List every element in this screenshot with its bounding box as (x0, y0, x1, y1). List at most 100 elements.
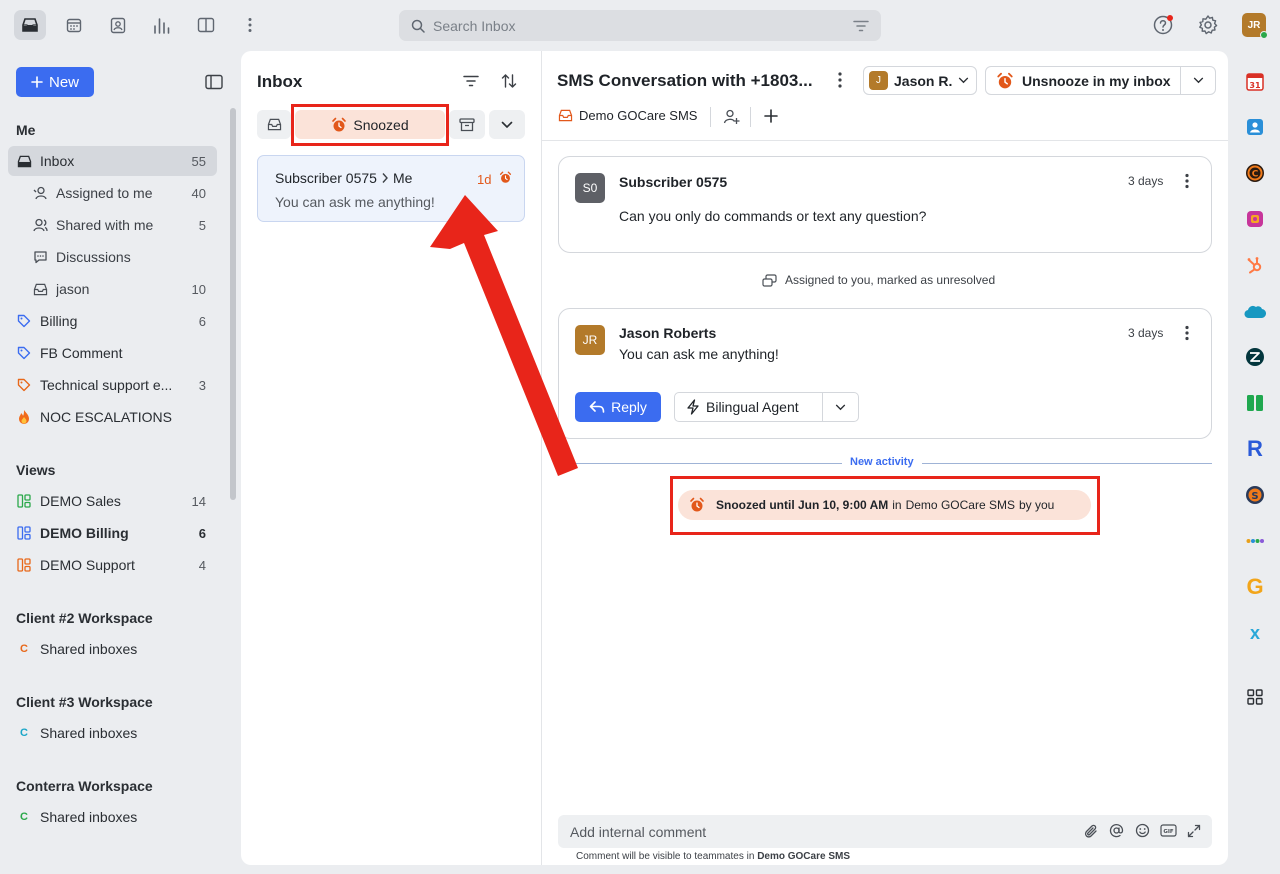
sidebar-item-count: 6 (198, 313, 206, 329)
calendar-icon[interactable] (58, 10, 90, 40)
svg-text:31: 31 (1249, 81, 1261, 90)
google-calendar-app-icon[interactable]: 31 (1240, 67, 1270, 97)
sidebar-item-fb-comment[interactable]: FB Comment (8, 338, 217, 368)
message-author: Jason Roberts (619, 325, 717, 341)
message-card[interactable]: S0 Subscriber 0575 3 days Can you only d… (558, 156, 1212, 253)
add-tag-icon[interactable] (764, 109, 778, 123)
more-icon[interactable] (234, 10, 266, 40)
message-card[interactable]: JR Jason Roberts 3 days You can ask me a… (558, 308, 1212, 439)
sidebar-item-billing[interactable]: Billing 6 (8, 306, 217, 336)
app-grid-icon[interactable] (1240, 682, 1270, 712)
sidebar-toggle-icon[interactable] (205, 74, 223, 90)
workspace-shared-inboxes[interactable]: C Shared inboxes (8, 634, 217, 664)
zendesk-app-icon[interactable] (1240, 342, 1270, 372)
workspace-shared-inboxes[interactable]: C Shared inboxes (8, 802, 217, 832)
orange-s-app-icon[interactable]: S (1240, 480, 1270, 510)
view-item-count: 6 (198, 525, 206, 541)
sidebar-item-jason[interactable]: jason 10 (8, 274, 217, 304)
sidebar-item-count: 55 (191, 153, 206, 169)
internal-comment-input[interactable]: Add internal comment (570, 824, 706, 840)
more-filters-dropdown[interactable] (489, 110, 525, 139)
inbox-tag[interactable]: Demo GOCare SMS (558, 108, 697, 123)
bilingual-agent-button[interactable]: Bilingual Agent (675, 393, 822, 421)
view-item-count: 4 (198, 557, 206, 573)
agent-button-label: Bilingual Agent (706, 399, 799, 415)
sidebar-item-label: Inbox (40, 153, 75, 169)
sidebar-item-count: 5 (198, 217, 206, 233)
svg-text:C: C (1252, 170, 1259, 180)
dots-app-icon[interactable] (1240, 526, 1270, 556)
sidebar-item-inbox[interactable]: Inbox 55 (8, 146, 217, 176)
expand-icon[interactable] (1187, 824, 1201, 838)
inbox-outline-icon (558, 109, 573, 122)
unsnooze-options-dropdown[interactable] (1180, 67, 1215, 94)
new-button[interactable]: New (16, 67, 94, 97)
snoozed-highlight-box (291, 104, 449, 146)
inbox-filter-chip[interactable] (257, 110, 291, 139)
add-participant-icon[interactable] (723, 108, 740, 125)
list-item-recipient: Me (392, 170, 413, 186)
comment-visibility-note: Comment will be visible to teammates in … (576, 851, 850, 862)
sidebar-item-technical-support[interactable]: Technical support e... 3 (8, 370, 217, 400)
reply-arrow-icon (589, 401, 605, 413)
instagram-style-app-icon[interactable] (1240, 204, 1270, 234)
sidebar-item-label: Shared with me (56, 217, 154, 233)
inbox-icon[interactable] (14, 10, 46, 40)
unsnooze-button[interactable]: Unsnooze in my inbox (986, 67, 1180, 94)
attachment-paperclip-icon[interactable] (1084, 824, 1098, 839)
view-item-demo-sales[interactable]: DEMO Sales 14 (8, 486, 217, 516)
help-icon[interactable] (1152, 14, 1174, 36)
assignee-dropdown[interactable]: J Jason R. (863, 66, 977, 95)
split-view-icon[interactable] (190, 10, 222, 40)
sidebar-item-label: Technical support e... (40, 377, 173, 393)
unsnooze-label: Unsnooze in my inbox (1022, 72, 1171, 89)
message-body: You can ask me anything! (619, 346, 779, 362)
workspace-title: Client #2 Workspace (16, 610, 153, 626)
g-app-icon[interactable]: G (1240, 572, 1270, 602)
workspace-title: Conterra Workspace (16, 778, 153, 794)
sidebar-item-count: 10 (191, 281, 206, 297)
sidebar-item-noc-escalations[interactable]: NOC ESCALATIONS (8, 402, 217, 432)
agent-options-dropdown[interactable] (822, 393, 858, 421)
x-app-icon[interactable]: x (1240, 618, 1270, 648)
filter-icon[interactable] (853, 20, 869, 32)
view-item-demo-billing[interactable]: DEMO Billing 6 (8, 518, 217, 548)
assignment-event: Assigned to you, marked as unresolved (762, 273, 995, 287)
workspace-item-label: Shared inboxes (40, 641, 138, 657)
inbox-list-title: Inbox (257, 72, 303, 91)
r-app-icon[interactable]: R (1240, 434, 1270, 464)
filter-icon[interactable] (463, 75, 479, 87)
sort-icon[interactable] (501, 73, 517, 89)
emoji-icon[interactable] (1135, 823, 1150, 838)
sidebar-item-assigned-to-me[interactable]: Assigned to me 40 (8, 178, 217, 208)
message-time: 3 days (1128, 326, 1164, 340)
mention-icon[interactable] (1109, 823, 1124, 838)
contacts-icon[interactable] (102, 10, 134, 40)
search-bar[interactable]: Search Inbox (399, 10, 881, 41)
sidebar-item-shared-with-me[interactable]: Shared with me 5 (8, 210, 217, 240)
settings-gear-icon[interactable] (1197, 14, 1219, 36)
search-icon (411, 19, 425, 33)
workspace-shared-inboxes[interactable]: C Shared inboxes (8, 718, 217, 748)
copper-app-icon[interactable]: C (1240, 158, 1270, 188)
sidebar-item-label: FB Comment (40, 345, 123, 361)
message-more-icon[interactable] (1177, 171, 1197, 191)
view-item-demo-support[interactable]: DEMO Support 4 (8, 550, 217, 580)
user-avatar[interactable]: JR (1242, 13, 1268, 39)
sidebar-item-discussions[interactable]: Discussions (8, 242, 217, 272)
contact-card-app-icon[interactable] (1240, 112, 1270, 142)
search-input[interactable]: Search Inbox (433, 18, 845, 34)
message-more-icon[interactable] (1177, 323, 1197, 343)
green-book-app-icon[interactable] (1240, 388, 1270, 418)
conversation-more-icon[interactable] (831, 70, 849, 90)
comment-note-text: Comment will be visible to teammates in (576, 851, 755, 862)
list-item-sender: Subscriber 0575 (275, 170, 377, 186)
snooze-event-highlight-box (670, 476, 1100, 535)
archive-filter-chip[interactable] (449, 110, 485, 139)
shared-users-icon (32, 217, 48, 233)
hubspot-app-icon[interactable] (1240, 250, 1270, 280)
gif-icon[interactable]: GIF (1160, 824, 1177, 837)
analytics-icon[interactable] (146, 10, 178, 40)
sidebar-scrollbar[interactable] (230, 108, 236, 500)
salesforce-cloud-icon[interactable] (1240, 296, 1270, 326)
